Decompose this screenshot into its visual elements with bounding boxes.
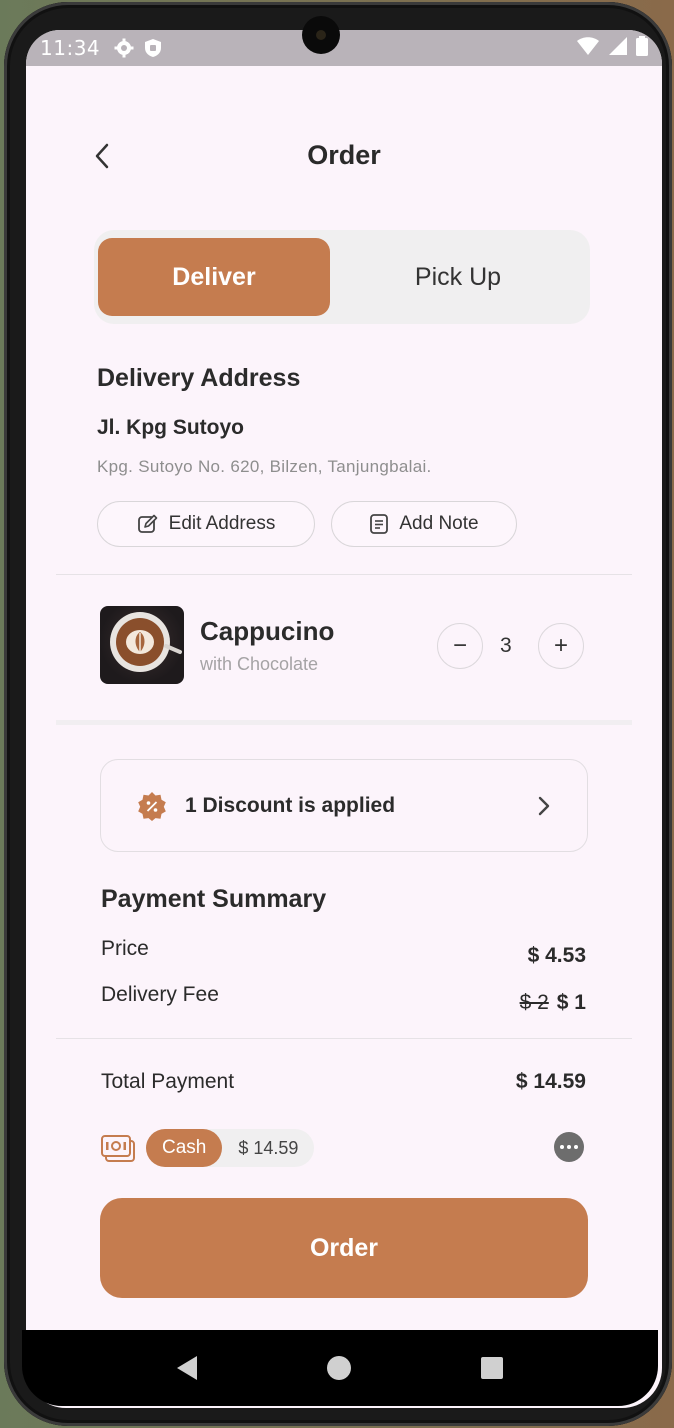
delivery-fee-discounted: $ 1 xyxy=(556,991,586,1014)
nav-back-icon[interactable] xyxy=(177,1356,197,1380)
divider xyxy=(56,574,632,575)
status-time: 11:34 xyxy=(40,36,101,60)
quantity-value: 3 xyxy=(500,634,512,657)
tab-deliver[interactable]: Deliver xyxy=(98,238,330,316)
total-payment-label: Total Payment xyxy=(101,1070,235,1093)
total-payment-value: $ 14.59 xyxy=(515,1070,586,1093)
note-icon xyxy=(370,514,389,534)
divider xyxy=(56,1038,632,1039)
delivery-mode-toggle: Deliver Pick Up xyxy=(94,230,590,324)
price-value: $ 4.53 xyxy=(527,944,586,967)
tab-pick-up[interactable]: Pick Up xyxy=(330,238,586,316)
phone-frame: 11:34 Order Deliver Pick Up Delivery Add… xyxy=(4,2,672,1426)
address-full: Kpg. Sutoyo No. 620, Bilzen, Tanjungbala… xyxy=(97,457,432,476)
payment-summary-heading: Payment Summary xyxy=(101,885,327,913)
decrease-quantity-button[interactable]: − xyxy=(437,623,483,669)
chevron-right-icon xyxy=(537,795,551,817)
page-title: Order xyxy=(307,140,381,170)
payment-amount: $ 14.59 xyxy=(238,1137,299,1158)
order-button[interactable]: Order xyxy=(100,1198,588,1298)
nav-home-icon[interactable] xyxy=(327,1356,351,1380)
edit-address-label: Edit Address xyxy=(168,513,276,534)
header: Order xyxy=(26,130,662,182)
payment-method: Cash xyxy=(146,1129,223,1167)
battery-icon xyxy=(636,35,648,61)
add-note-label: Add Note xyxy=(399,513,479,534)
discount-badge-icon xyxy=(138,791,166,821)
product-image xyxy=(100,606,184,684)
app-screen: 11:34 Order Deliver Pick Up Delivery Add… xyxy=(26,30,662,1408)
payment-method-row: Cash $ 14.59 xyxy=(100,1128,315,1168)
status-bar: 11:34 xyxy=(26,30,662,66)
discount-banner[interactable]: 1 Discount is applied xyxy=(100,759,588,852)
wifi-icon xyxy=(576,36,600,61)
settings-icon xyxy=(114,38,134,58)
delivery-fee-original: $ 2 xyxy=(519,991,549,1014)
more-options-icon[interactable] xyxy=(554,1132,584,1162)
nav-recents-icon[interactable] xyxy=(481,1357,503,1379)
signal-icon xyxy=(608,36,628,61)
discount-label: 1 Discount is applied xyxy=(185,793,396,817)
front-camera xyxy=(302,16,340,54)
delivery-address-heading: Delivery Address xyxy=(97,364,301,392)
status-right xyxy=(576,35,648,61)
cash-icon xyxy=(101,1135,135,1162)
increase-quantity-button[interactable]: + xyxy=(538,623,584,669)
product-name: Cappucino xyxy=(200,616,335,646)
edit-address-button[interactable]: Edit Address xyxy=(97,501,315,547)
payment-chip[interactable]: Cash $ 14.59 xyxy=(146,1129,315,1167)
price-label: Price xyxy=(101,937,149,960)
shield-icon xyxy=(144,38,162,58)
delivery-fee-label: Delivery Fee xyxy=(101,983,219,1006)
add-note-button[interactable]: Add Note xyxy=(331,501,517,547)
edit-icon xyxy=(137,514,157,533)
address-name: Jl. Kpg Sutoyo xyxy=(97,416,244,439)
section-separator xyxy=(56,720,632,725)
system-nav-bar xyxy=(22,1330,658,1406)
delivery-fee-value: $ 2 $ 1 xyxy=(520,991,586,1015)
product-variant: with Chocolate xyxy=(200,654,319,674)
